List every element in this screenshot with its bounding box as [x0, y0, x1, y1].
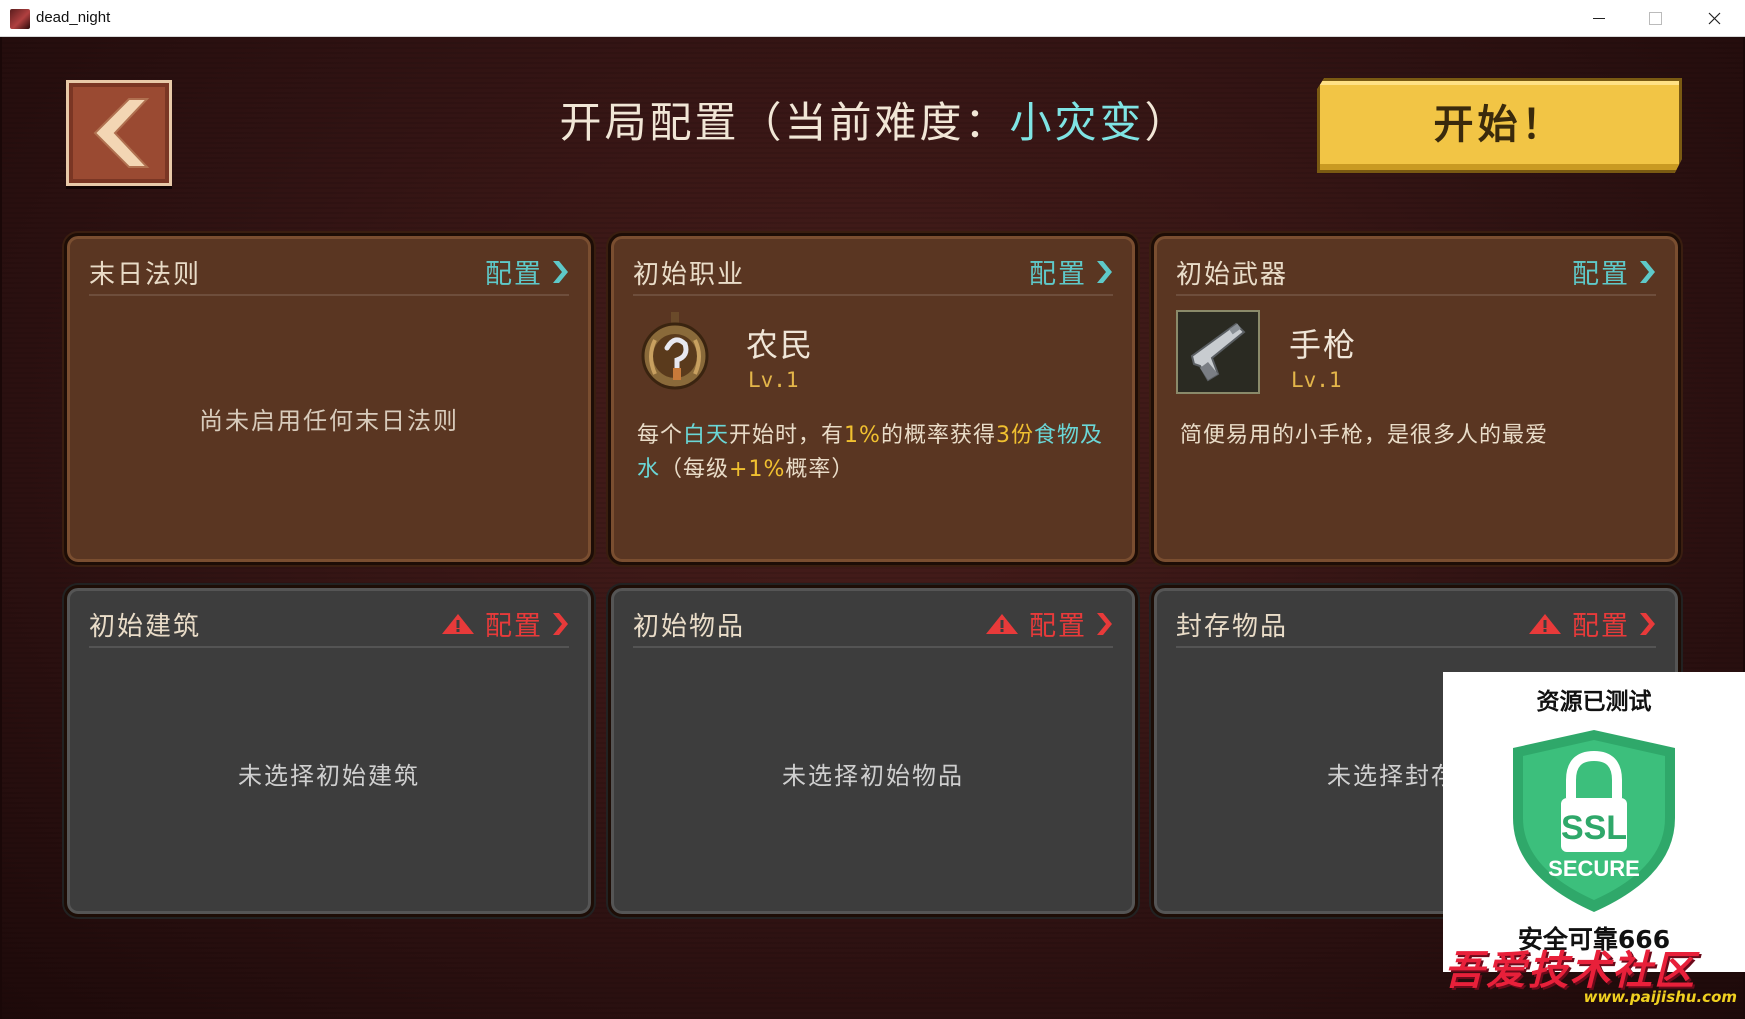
- weapon-icon-frame: [1176, 310, 1260, 394]
- pistol-icon: [1190, 322, 1246, 382]
- building-card: 初始建筑 配置 未选择初始建筑: [64, 585, 594, 917]
- profession-name: 农民: [746, 326, 815, 364]
- empty-state-text: 未选择初始物品: [782, 762, 964, 790]
- window-titlebar: dead_night: [0, 0, 1745, 37]
- card-header: 末日法则 配置: [89, 254, 569, 296]
- warning-icon: [986, 613, 1018, 634]
- chevron-right-icon: [553, 260, 568, 283]
- building-config-button[interactable]: 配置: [441, 604, 569, 643]
- items-card: 初始物品 配置 未选择初始物品: [608, 585, 1138, 917]
- chevron-right-icon: [553, 612, 568, 635]
- card-title: 初始武器: [1176, 260, 1289, 290]
- chevron-right-icon: [1097, 612, 1112, 635]
- weapon-level: Lv.1: [1291, 368, 1342, 392]
- maximize-button[interactable]: [1627, 0, 1683, 37]
- minimize-button[interactable]: [1571, 0, 1627, 37]
- doom-rules-card: 末日法则 配置 尚未启用任何末日法则: [64, 233, 594, 565]
- config-label: 配置: [1029, 611, 1087, 642]
- card-header: 初始职业 配置: [633, 254, 1113, 296]
- config-label: 配置: [485, 259, 543, 290]
- card-title: 封存物品: [1176, 612, 1289, 642]
- start-button-label: 开始！: [1433, 102, 1566, 148]
- card-title: 初始物品: [633, 612, 746, 642]
- empty-state-text: 未选择初始建筑: [238, 762, 420, 790]
- page-title-suffix: ）: [1144, 98, 1190, 147]
- start-button[interactable]: 开始！: [1317, 78, 1682, 173]
- card-header: 初始武器 配置: [1176, 254, 1656, 296]
- profession-description: 每个白天开始时，有1%的概率获得3份食物及水（每级+1%概率）: [637, 423, 1103, 482]
- stored-config-button[interactable]: 配置: [1528, 604, 1656, 643]
- ssl-shield-icon: SSL SECURE: [1513, 730, 1675, 912]
- site-watermark: 吾爱技术社区 www.paijishu.com: [1440, 938, 1745, 1019]
- card-title: 末日法则: [89, 260, 202, 290]
- watermark-url: www.paijishu.com: [1583, 988, 1737, 1006]
- profession-level: Lv.1: [748, 368, 799, 392]
- empty-state-text: 尚未启用任何末日法则: [199, 407, 459, 435]
- card-title: 初始职业: [633, 260, 746, 290]
- page-title-text: 开局配置（当前难度：: [559, 98, 1010, 147]
- svg-text:SECURE: SECURE: [1548, 856, 1640, 881]
- weapon-description: 简便易用的小手枪，是很多人的最爱: [1180, 423, 1549, 448]
- doom-rules-config-button[interactable]: 配置: [485, 252, 569, 291]
- chevron-right-icon: [1640, 612, 1655, 635]
- ssl-badge-overlay: 资源已测试 SSL SECURE 安全可靠666: [1443, 672, 1745, 972]
- card-header: 封存物品 配置: [1176, 606, 1656, 648]
- warning-icon: [1529, 613, 1561, 634]
- close-button[interactable]: [1687, 0, 1743, 37]
- config-label: 配置: [485, 611, 543, 642]
- card-title: 初始建筑: [89, 612, 202, 642]
- sickle-medal-icon: [641, 312, 709, 390]
- profession-config-button[interactable]: 配置: [1029, 252, 1113, 291]
- chevron-right-icon: [1097, 260, 1112, 283]
- weapon-card: 初始武器 配置 手枪 Lv.1 简便易用的小手枪，是很多人的最爱: [1151, 233, 1681, 565]
- config-label: 配置: [1572, 611, 1630, 642]
- weapon-name: 手枪: [1289, 326, 1358, 364]
- window-title: dead_night: [36, 9, 111, 26]
- items-config-button[interactable]: 配置: [985, 604, 1113, 643]
- badge-title: 资源已测试: [1536, 689, 1652, 715]
- profession-card: 初始职业 配置 农民 Lv.1 每个白天开始时，有1%的概率获得3份食物及水（每…: [608, 233, 1138, 565]
- warning-icon: [442, 613, 474, 634]
- svg-text:SSL: SSL: [1561, 809, 1627, 847]
- close-icon: [1708, 12, 1721, 25]
- card-header: 初始物品 配置: [633, 606, 1113, 648]
- config-label: 配置: [1029, 259, 1087, 290]
- config-label: 配置: [1572, 259, 1630, 290]
- app-icon: [10, 9, 30, 29]
- weapon-config-button[interactable]: 配置: [1572, 252, 1656, 291]
- chevron-right-icon: [1640, 260, 1655, 283]
- difficulty-label: 小灾变: [1009, 98, 1145, 147]
- card-header: 初始建筑 配置: [89, 606, 569, 648]
